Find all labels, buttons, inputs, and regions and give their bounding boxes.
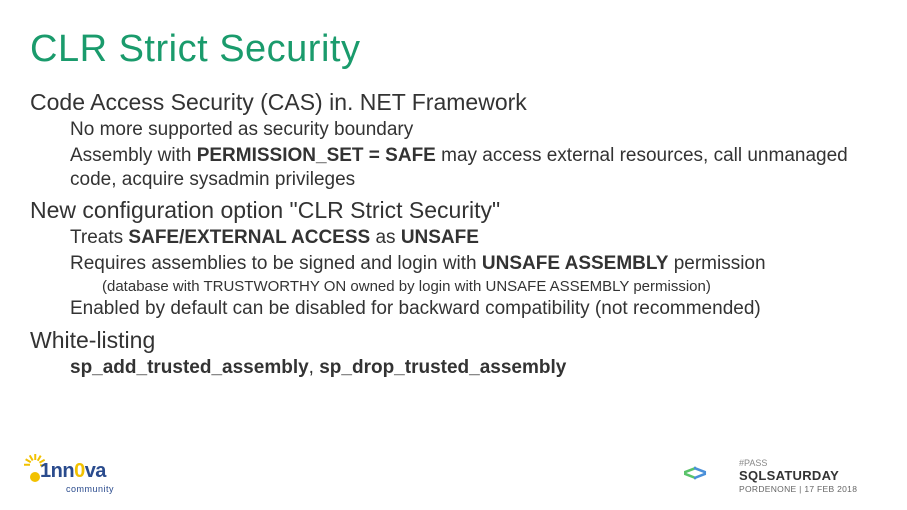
text-bold: UNSAFE (401, 227, 479, 248)
innova-logo: 1nn0va community (24, 454, 130, 500)
body-text: Enabled by default can be disabled for b… (70, 297, 877, 321)
section-heading-cas: Code Access Security (CAS) in. NET Frame… (30, 89, 877, 116)
slide-footer: 1nn0va community <> #PASS SQLSATURDAY PO… (0, 444, 907, 500)
text-bold: PERMISSION_SET = SAFE (197, 145, 436, 166)
body-text: sp_add_trusted_assembly, sp_drop_trusted… (70, 356, 877, 380)
pass-label: #PASS (739, 458, 767, 468)
text-bold: UNSAFE ASSEMBLY (482, 253, 669, 274)
section-heading-whitelist: White-listing (30, 327, 877, 354)
text-fragment: Assembly with (70, 145, 197, 166)
text-bold: SAFE/EXTERNAL ACCESS (128, 227, 370, 248)
body-text: No more supported as security boundary (70, 118, 877, 142)
text-fragment: as (370, 227, 401, 248)
sqlsaturday-text: SQLSATURDAY (739, 468, 839, 483)
text-fragment: Requires assemblies to be signed and log… (70, 253, 482, 274)
event-info: PORDENONE | 17 FEB 2018 (739, 484, 857, 494)
text-bold: sp_add_trusted_assembly (70, 357, 309, 378)
section-heading-strict: New configuration option "CLR Strict Sec… (30, 197, 877, 224)
slide: CLR Strict Security Code Access Security… (0, 0, 907, 510)
body-text: Assembly with PERMISSION_SET = SAFE may … (70, 144, 877, 192)
body-text: Requires assemblies to be signed and log… (70, 252, 877, 276)
text-fragment: 0 (74, 460, 85, 482)
text-fragment: , (309, 357, 320, 378)
slide-title: CLR Strict Security (30, 28, 877, 71)
text-fragment: 1nn (40, 460, 74, 482)
chevron-icon: <> (683, 462, 707, 486)
sqlsaturday-logo: <> #PASS SQLSATURDAY PORDENONE | 17 FEB … (683, 454, 883, 500)
body-text: Treats SAFE/EXTERNAL ACCESS as UNSAFE (70, 226, 877, 250)
text-fragment: va (85, 460, 106, 482)
text-fragment: permission (668, 253, 765, 274)
logo-text: 1nn0va (40, 460, 106, 483)
logo-subtext: community (66, 484, 114, 494)
text-fragment: Treats (70, 227, 128, 248)
note-text: (database with TRUSTWORTHY ON owned by l… (102, 278, 877, 295)
text-bold: sp_drop_trusted_assembly (319, 357, 566, 378)
